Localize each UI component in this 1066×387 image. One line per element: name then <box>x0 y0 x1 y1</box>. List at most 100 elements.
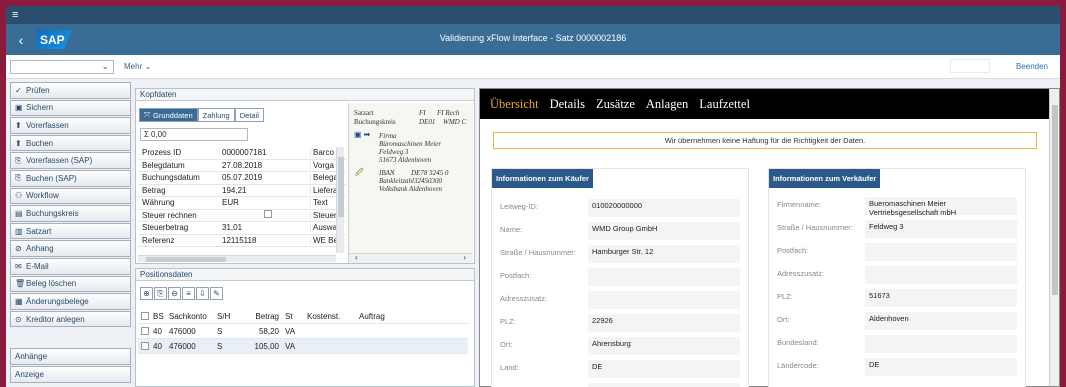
action-button-label: Sichern <box>26 103 54 113</box>
info-row: Postfach: <box>777 243 1017 261</box>
info-label: Adresszusatz: <box>777 269 825 278</box>
info-label: Ländercode: <box>777 361 819 370</box>
header-fields-hscroll[interactable] <box>138 255 336 262</box>
field-row: Steuer rechnen Steuer <box>138 210 346 222</box>
field-value[interactable]: 27.08.2018 <box>218 161 310 170</box>
select-all-checkbox[interactable] <box>141 312 149 320</box>
field-value[interactable]: 05.07.2019 <box>218 173 310 182</box>
preview-firma-label: Firma <box>379 132 397 140</box>
add-row-icon[interactable]: ⊕ <box>140 287 153 300</box>
action-button-label: Buchen <box>26 138 54 148</box>
info-label: Land: <box>500 363 519 372</box>
tab-zusaetze[interactable]: Zusätze <box>596 97 635 112</box>
col-st[interactable]: St <box>282 312 304 321</box>
action-button-pre-post[interactable]: ⬆ Vorerfassen <box>10 117 131 134</box>
row-checkbox[interactable] <box>141 327 149 335</box>
field-value[interactable]: 12115118 <box>218 236 310 245</box>
cell-sachkonto: 476000 <box>169 341 196 351</box>
col-betrag[interactable]: Betrag <box>230 312 282 321</box>
toolbar-blank-field <box>950 59 990 73</box>
action-button-record-type[interactable]: ▥ Satzart <box>10 222 131 240</box>
action-button-save[interactable]: ▣ Sichern <box>10 99 131 117</box>
info-value: DE <box>865 358 1017 376</box>
action-button-label: Änderungsbelege <box>26 296 89 306</box>
tab-grunddaten[interactable]: ⤧ Grunddaten <box>139 108 198 122</box>
tab-zahlung[interactable]: Zahlung <box>197 108 235 122</box>
edit-icon[interactable]: ✎ <box>210 287 223 300</box>
tab-uebersicht[interactable]: Übersicht <box>490 97 539 112</box>
preview-hscroll[interactable]: ‹ › <box>349 253 472 263</box>
action-button-check[interactable]: ✓ Prüfen <box>10 82 131 99</box>
col-kostenst[interactable]: Kostenst. <box>304 312 356 321</box>
field-label: Betrag <box>142 185 166 195</box>
col-sachkonto[interactable]: Sachkonto <box>166 312 214 321</box>
sum-icon: Σ <box>144 130 149 139</box>
col-sh[interactable]: S/H <box>214 312 230 321</box>
table-row[interactable]: 40 476000 S 105,00 VA <box>138 339 468 354</box>
pre-post-sap-icon: ⎘ <box>15 155 22 165</box>
more-menu-button[interactable]: Mehr ⌄ <box>124 62 151 71</box>
seller-info-card: Informationen zum Verkäufer Firmenname: B… <box>768 168 1026 387</box>
export-icon[interactable]: ⇩ <box>196 287 209 300</box>
field-value[interactable] <box>218 210 310 220</box>
field-value[interactable]: 31,01 <box>218 223 310 232</box>
tab-details[interactable]: Details <box>550 97 585 112</box>
action-button-email[interactable]: ✉ E-Mail <box>10 257 131 275</box>
info-label: Ort: <box>500 340 513 349</box>
preview-bukrs-value: DE01 <box>419 118 436 126</box>
document-icon: ▣ ➡ <box>354 130 371 139</box>
save-icon: ▣ <box>15 103 23 113</box>
toolbar: ⌄ Mehr ⌄ Beenden <box>6 55 1060 79</box>
action-button-attachment[interactable]: ⊘ Anhang <box>10 240 131 257</box>
section-anhänge[interactable]: Anhänge <box>10 348 131 365</box>
command-field[interactable]: ⌄ <box>10 59 114 74</box>
menu-icon[interactable]: ≡ <box>12 9 18 21</box>
section-anzeige[interactable]: Anzeige <box>10 365 131 383</box>
action-button-post-sap[interactable]: ⎘ Buchen (SAP) <box>10 169 131 187</box>
info-row: Adresszusatz: <box>500 291 740 309</box>
tab-laufzettel[interactable]: Laufzettel <box>699 97 750 112</box>
action-button-pre-post-sap[interactable]: ⎘ Vorerfassen (SAP) <box>10 152 131 169</box>
field-value[interactable]: 194,21 <box>218 186 310 195</box>
header-data-panel: Kopfdaten ⤧ Grunddaten Zahlung Detail Σ 0,… <box>135 88 475 264</box>
chevron-down-icon[interactable]: ⌄ <box>101 61 109 72</box>
field-value[interactable]: 0000007181 <box>218 148 310 157</box>
action-button-post[interactable]: ⬆ Buchen <box>10 134 131 152</box>
preview-bukrs-desc: WMD C <box>443 118 467 126</box>
col-auftrag[interactable]: Auftrag <box>356 312 416 321</box>
col-bs[interactable]: BS <box>150 312 166 321</box>
row-checkbox[interactable] <box>141 342 149 350</box>
tax-calc-checkbox[interactable] <box>264 210 272 219</box>
copy-row-icon[interactable]: ⎘ <box>154 287 167 300</box>
field-row: Belegdatum 27.08.2018 Vorga <box>138 160 346 172</box>
action-button-company-code[interactable]: ▤ Buchungskreis <box>10 205 131 222</box>
action-button-workflow[interactable]: ⚇ Workflow <box>10 187 131 205</box>
header-fields-table: Prozess ID 0000007181 Barco Belegdatum 27.08… <box>138 147 346 247</box>
action-button-change-doc[interactable]: ▦ Änderungsbelege <box>10 293 131 310</box>
exit-button[interactable]: Beenden <box>1016 62 1048 71</box>
pre-post-icon: ⬆ <box>15 120 22 130</box>
field-value[interactable]: EUR <box>218 198 310 207</box>
action-button-delete[interactable]: 🗑 Beleg löschen <box>10 275 131 293</box>
header-fields-vscroll[interactable] <box>336 147 344 253</box>
field-label: Belegdatum <box>142 160 185 170</box>
action-button-vendor-create[interactable]: ⊙ Kreditor anlegen <box>10 310 131 328</box>
action-button-label: Vorerfassen (SAP) <box>26 156 93 166</box>
sort-icon[interactable]: ≡ <box>182 287 195 300</box>
invoice-viewer: Übersicht Details Zusätze Anlagen Laufze… <box>479 88 1060 387</box>
viewer-scrollbar[interactable] <box>1049 89 1059 386</box>
preview-bukrs-label: Buchungskreis <box>354 118 396 126</box>
header-data-title: Kopfdaten <box>136 89 474 101</box>
action-button-label: Vorerfassen <box>26 120 69 130</box>
table-row[interactable]: 40 476000 S 58,20 VA <box>138 324 468 339</box>
cell-sachkonto: 476000 <box>169 326 196 336</box>
info-label: Bundesland: <box>777 338 819 347</box>
tab-detail[interactable]: Detail <box>234 108 264 122</box>
info-value <box>588 291 740 309</box>
info-value: 10300 <box>588 383 740 387</box>
tab-anlagen[interactable]: Anlagen <box>646 97 688 112</box>
info-label: Firmenname: <box>777 200 822 209</box>
action-button-label: E-Mail <box>26 261 49 271</box>
field-label: Prozess ID <box>142 148 182 158</box>
remove-row-icon[interactable]: ⊖ <box>168 287 181 300</box>
